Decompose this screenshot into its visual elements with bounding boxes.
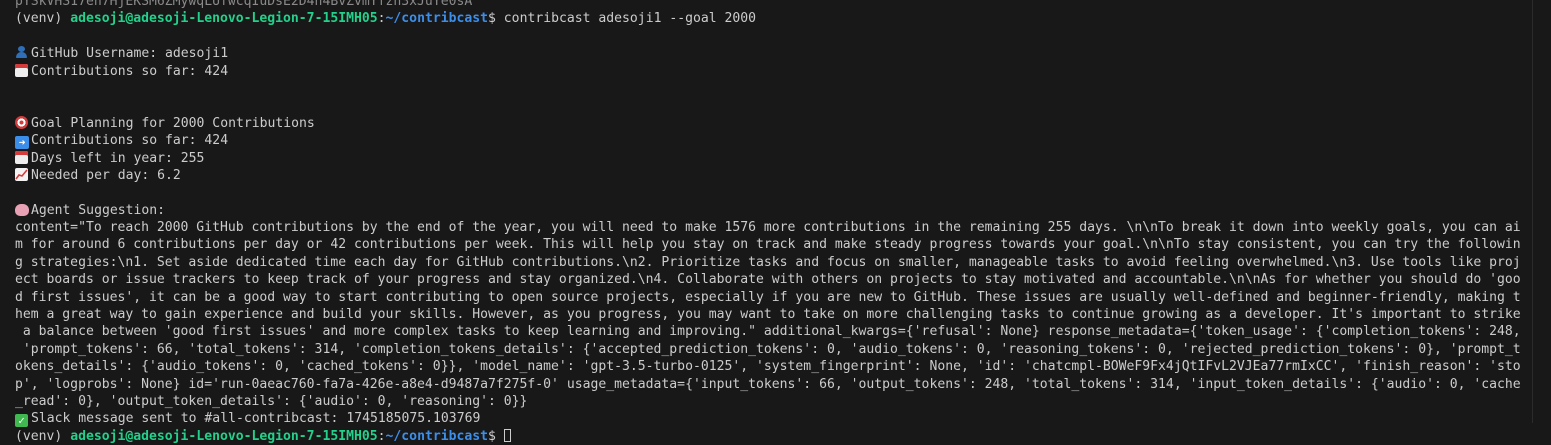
check-mark-icon: ✓	[15, 414, 28, 428]
content-line: m for around 6 contributions per day or …	[15, 237, 1521, 253]
needed-per-day-text: Needed per day: 6.2	[31, 167, 181, 183]
prompt-separator: :	[377, 11, 386, 27]
goal-title-line: Goal Planning for 2000 Contributions	[15, 115, 1533, 132]
content-line: ect boards or issue trackers to keep tra…	[15, 272, 1521, 288]
calendar-icon	[15, 150, 28, 164]
contributions-text: Contributions so far: 424	[31, 63, 229, 79]
goal-contributions-line: ➜ Contributions so far: 424	[15, 132, 1533, 150]
content-line: 'prompt_tokens': 66, 'total_tokens': 314…	[15, 341, 1521, 357]
right-arrow-icon: ➜	[15, 136, 29, 150]
username-text: GitHub Username: adesoji1	[31, 46, 229, 62]
content-line: g strategies:\n1. Set aside dedicated ti…	[15, 254, 1521, 270]
brain-icon	[15, 203, 29, 216]
content-line: _read': 0}, 'output_token_details': {'au…	[15, 393, 528, 409]
user-host: adesoji@adesoji-Lenovo-Legion-7-15IMH05	[70, 11, 378, 27]
slack-status-text: Slack message sent to #all-contribcast: …	[31, 411, 481, 427]
needed-per-day-line: Needed per day: 6.2	[15, 167, 1533, 184]
prompt-separator: :	[377, 428, 386, 444]
content-line: okens_details': {'audio_tokens': 0, 'cac…	[15, 359, 1521, 375]
chart-increasing-icon	[15, 167, 28, 181]
working-directory: ~/contribcast	[385, 11, 489, 27]
goal-title-text: Goal Planning for 2000 Contributions	[31, 115, 315, 131]
terminal-panel[interactable]: pYSkVHS17en7HjEKSM6ZMywqLUfwcqIuDsE2D4n4…	[0, 0, 1533, 444]
goal-contributions-text: Contributions so far: 424	[31, 133, 229, 149]
content-line: p', 'logprobs': None} id='run-0aeac760-f…	[15, 376, 1521, 392]
previous-output-line: pYSkVHS17en7HjEKSM6ZMywqLUfwcqIuDsE2D4n4…	[15, 0, 473, 9]
content-line: content="To reach 2000 GitHub contributi…	[15, 220, 1521, 236]
prompt-symbol: $	[488, 428, 504, 444]
final-prompt-line: (venv) adesoji@adesoji-Lenovo-Legion-7-1…	[15, 428, 1533, 445]
agent-title-text: Agent Suggestion:	[31, 202, 166, 218]
prompt-symbol: $	[488, 11, 504, 27]
content-line: hem a great way to gain experience and b…	[15, 307, 1521, 323]
terminal-cursor[interactable]	[503, 428, 511, 442]
slack-status-line: ✓ Slack message sent to #all-contribcast:…	[15, 410, 1533, 428]
days-left-text: Days left in year: 255	[31, 150, 205, 166]
bust-in-silhouette-icon	[15, 46, 31, 59]
entered-command: contribcast adesoji1 --goal 2000	[503, 11, 757, 27]
target-icon	[15, 115, 28, 129]
agent-title-line: Agent Suggestion:	[15, 202, 1533, 219]
terminal-scrollbar[interactable]	[1532, 0, 1551, 423]
contributions-line: Contributions so far: 424	[15, 63, 1533, 80]
content-line: a balance between 'good first issues' an…	[15, 324, 1521, 340]
calendar-icon	[15, 63, 28, 77]
days-left-line: Days left in year: 255	[15, 150, 1533, 167]
working-directory: ~/contribcast	[385, 428, 489, 444]
venv-label: (venv)	[15, 428, 71, 444]
user-host: adesoji@adesoji-Lenovo-Legion-7-15IMH05	[70, 428, 378, 444]
content-line: d first issues', it can be a good way to…	[15, 289, 1521, 305]
command-prompt-line: (venv) adesoji@adesoji-Lenovo-Legion-7-1…	[15, 10, 1533, 27]
username-line: GitHub Username: adesoji1	[15, 45, 1533, 62]
venv-label: (venv)	[15, 11, 71, 27]
